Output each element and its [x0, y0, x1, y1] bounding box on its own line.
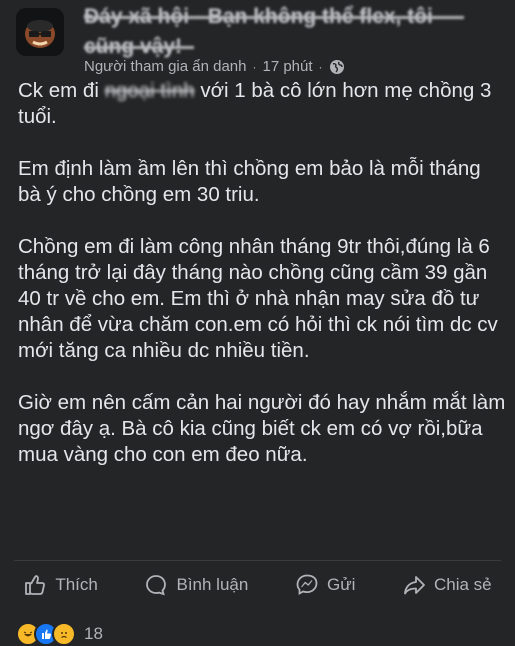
- redacted-word: ngoại tình: [104, 79, 195, 102]
- group-title[interactable]: Đáy xã hội - Bạn không thể flex, tôi cũn…: [84, 2, 484, 62]
- reactions-summary[interactable]: 18: [16, 622, 103, 646]
- messenger-icon: [296, 574, 318, 596]
- paragraph-2: Em định làm ầm lên thì chồng em bảo là m…: [18, 157, 481, 206]
- paragraph-1: Ck em đi ngoại tình với 1 bà cô lớn hơn …: [18, 79, 492, 128]
- globe-icon: [329, 59, 344, 74]
- sad-icon: [52, 622, 76, 646]
- like-button[interactable]: Thích: [23, 573, 98, 597]
- comment-label: Bình luận: [176, 575, 249, 594]
- comment-icon: [146, 575, 167, 596]
- post-time[interactable]: 17 phút: [262, 58, 312, 75]
- paragraph-3: Chồng em đi làm công nhân tháng 9tr thôi…: [18, 235, 498, 362]
- author-name[interactable]: Người tham gia ẩn danh: [84, 58, 246, 75]
- group-avatar[interactable]: [16, 8, 64, 56]
- send-label: Gửi: [326, 575, 356, 594]
- like-icon: [25, 575, 46, 595]
- comment-button[interactable]: Bình luận: [144, 573, 248, 597]
- like-label: Thích: [55, 575, 98, 594]
- reaction-count: 18: [84, 624, 103, 643]
- send-button[interactable]: Gửi: [295, 573, 355, 597]
- post-actions: Thích Bình luận Gửi Chia sẻ: [0, 565, 515, 605]
- avatar-image: [16, 8, 64, 56]
- post-body: Ck em đi ngoại tình với 1 bà cô lớn hơn …: [18, 78, 508, 468]
- divider: [14, 560, 501, 561]
- share-label: Chia sẻ: [434, 575, 492, 594]
- paragraph-4: Giờ em nên cấm cản hai người đó hay nhắm…: [18, 391, 506, 466]
- share-button[interactable]: Chia sẻ: [402, 573, 492, 597]
- post-header: Đáy xã hội - Bạn không thể flex, tôi cũn…: [0, 0, 515, 80]
- share-icon: [404, 576, 425, 595]
- post-meta: Người tham gia ẩn danh · 17 phút ·: [84, 58, 345, 75]
